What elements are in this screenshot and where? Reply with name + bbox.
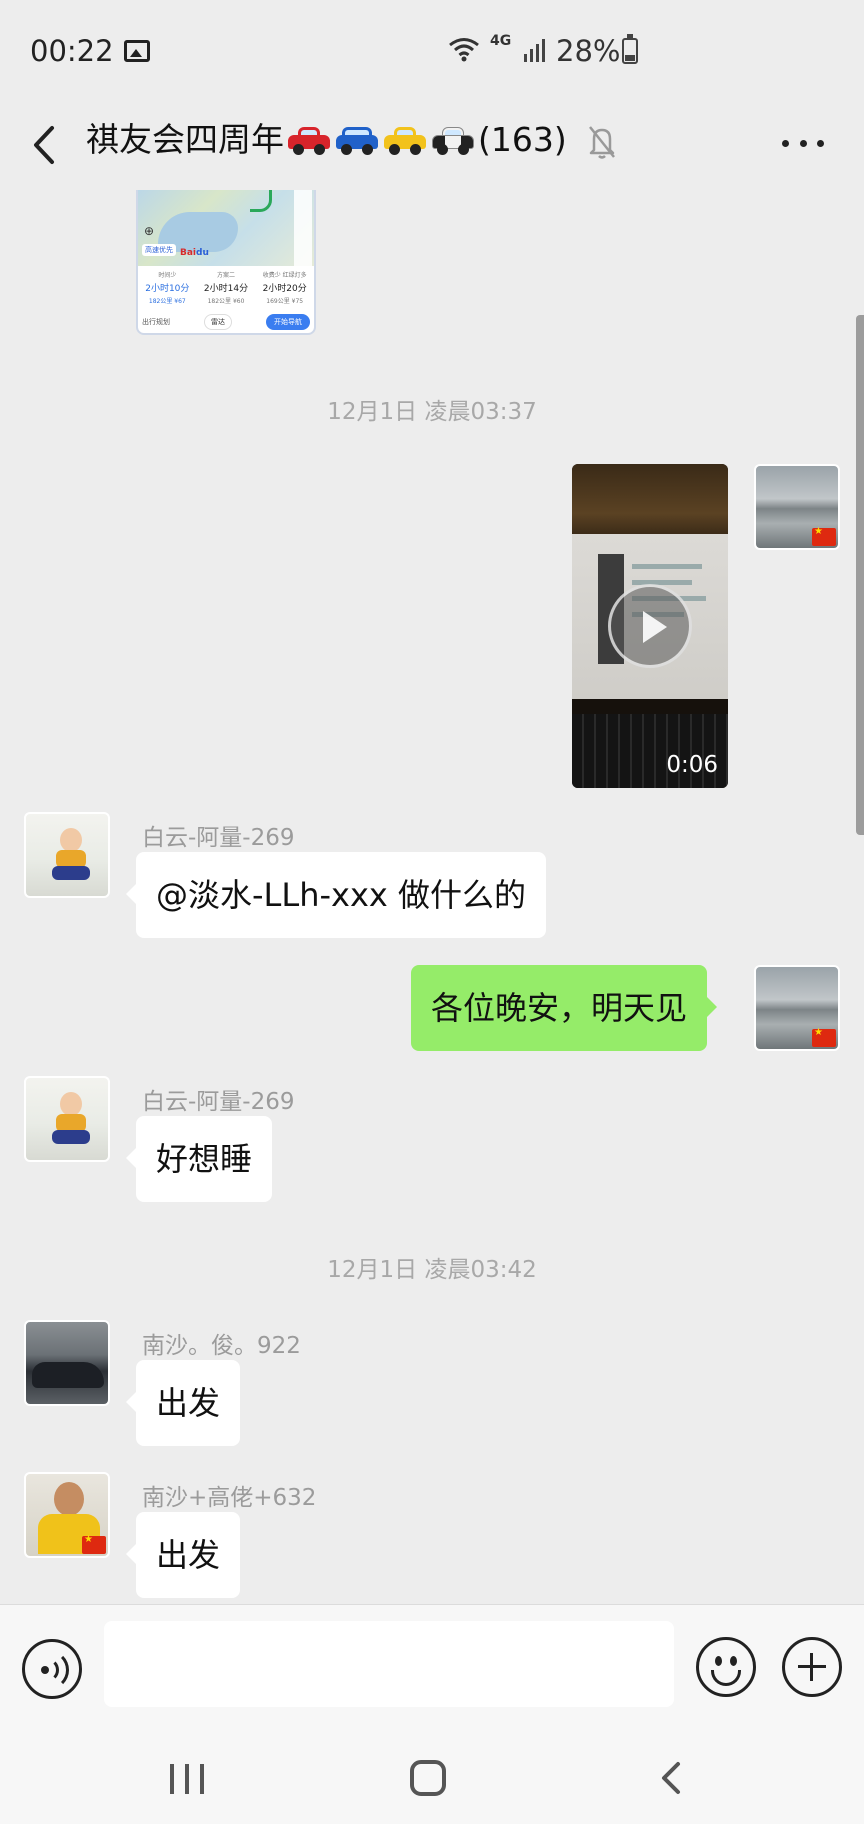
map-actions: 出行规划 雷达 开始导航 — [138, 310, 314, 333]
video-duration: 0:06 — [666, 752, 718, 778]
avatar[interactable] — [24, 1320, 110, 1406]
more-options-icon[interactable] — [782, 140, 824, 150]
locate-icon: ⊕ — [144, 224, 155, 238]
sender-name: 南沙。俊。922 — [142, 1333, 301, 1359]
battery-fill — [625, 54, 635, 61]
recent-apps-icon[interactable] — [170, 1764, 204, 1794]
message-timestamp: 12月1日 凌晨03:42 — [327, 1257, 537, 1283]
back-arrow-icon[interactable] — [26, 120, 66, 170]
red-car-icon — [286, 125, 332, 155]
status-time: 00:22 — [30, 34, 114, 68]
message-input[interactable] — [104, 1621, 674, 1707]
start-navigation-button: 开始导航 — [266, 314, 310, 330]
chat-header: 祺友会四周年 (163) — [0, 100, 864, 190]
voice-input-icon[interactable] — [22, 1639, 82, 1699]
self-avatar[interactable] — [754, 965, 840, 1051]
gallery-notification-icon — [124, 40, 150, 62]
video-message[interactable]: 0:06 — [572, 464, 728, 788]
message-bubble[interactable]: @淡水-LLh-xxx 做什么的 — [125, 852, 547, 938]
title-emoji-row — [286, 125, 476, 155]
battery-icon — [622, 34, 638, 64]
route-option: 时间少 2小时10分 182公里 ¥67 — [145, 272, 190, 305]
avatar[interactable] — [24, 1076, 110, 1162]
taxi-icon — [382, 125, 428, 155]
nav-back-icon[interactable] — [658, 1760, 684, 1796]
self-message-bubble[interactable]: 各位晚安，明天见 — [411, 965, 718, 1051]
mute-bell-icon — [589, 126, 615, 159]
map-tool-strip — [294, 190, 312, 266]
signal-icon — [524, 39, 545, 62]
map-route-card[interactable]: ⊕ 高速优先 Baidu 时间少 2小时10分 182公里 ¥67 方案二 2小… — [136, 190, 316, 335]
self-avatar[interactable] — [754, 464, 840, 550]
sender-name: 南沙+高佬+632 — [142, 1485, 317, 1511]
group-name: 祺友会四周年 — [86, 120, 284, 159]
home-icon[interactable] — [410, 1760, 446, 1796]
radar-button: 雷达 — [204, 314, 232, 330]
chat-message-list[interactable]: ⊕ 高速优先 Baidu 时间少 2小时10分 182公里 ¥67 方案二 2小… — [0, 190, 864, 1604]
battery-percent: 28% — [556, 34, 621, 68]
china-flag-icon — [812, 1027, 836, 1047]
system-nav-bar — [0, 1724, 864, 1824]
message-bubble[interactable]: 出发 — [125, 1360, 241, 1446]
avatar[interactable] — [24, 1472, 110, 1558]
police-car-icon — [430, 125, 476, 155]
sender-name: 白云-阿量-269 — [142, 825, 295, 851]
map-preview: ⊕ 高速优先 Baidu — [138, 190, 314, 266]
sender-name: 白云-阿量-269 — [142, 1089, 295, 1115]
route-option: 方案二 2小时14分 182公里 ¥60 — [203, 272, 249, 305]
avatar[interactable] — [24, 812, 110, 898]
message-bubble[interactable]: 好想睡 — [125, 1116, 273, 1202]
message-timestamp: 12月1日 凌晨03:37 — [327, 399, 537, 425]
scrollbar[interactable] — [856, 315, 864, 835]
emoji-icon[interactable] — [696, 1637, 756, 1697]
message-input-bar — [0, 1604, 864, 1724]
route-preference-chip: 高速优先 — [142, 244, 176, 256]
plus-icon[interactable] — [782, 1637, 842, 1697]
trip-plan-link: 出行规划 — [142, 318, 170, 326]
china-flag-icon — [82, 1534, 106, 1554]
message-bubble[interactable]: 出发 — [125, 1512, 241, 1598]
map-brand-logo: Baidu — [180, 248, 209, 258]
member-count: (163) — [478, 120, 567, 159]
blue-suv-icon — [334, 125, 380, 155]
route-options: 时间少 2小时10分 182公里 ¥67 方案二 2小时14分 182公里 ¥6… — [138, 266, 314, 310]
network-type: 4G — [490, 33, 512, 49]
china-flag-icon — [812, 526, 836, 546]
route-option: 收费少 红绿灯多 2小时20分 169公里 ¥75 — [262, 272, 307, 305]
play-icon[interactable] — [608, 584, 692, 668]
chat-title: 祺友会四周年 (163) — [86, 116, 567, 164]
wifi-icon — [449, 38, 479, 62]
status-bar: 00:22 4G 28% — [0, 0, 864, 100]
